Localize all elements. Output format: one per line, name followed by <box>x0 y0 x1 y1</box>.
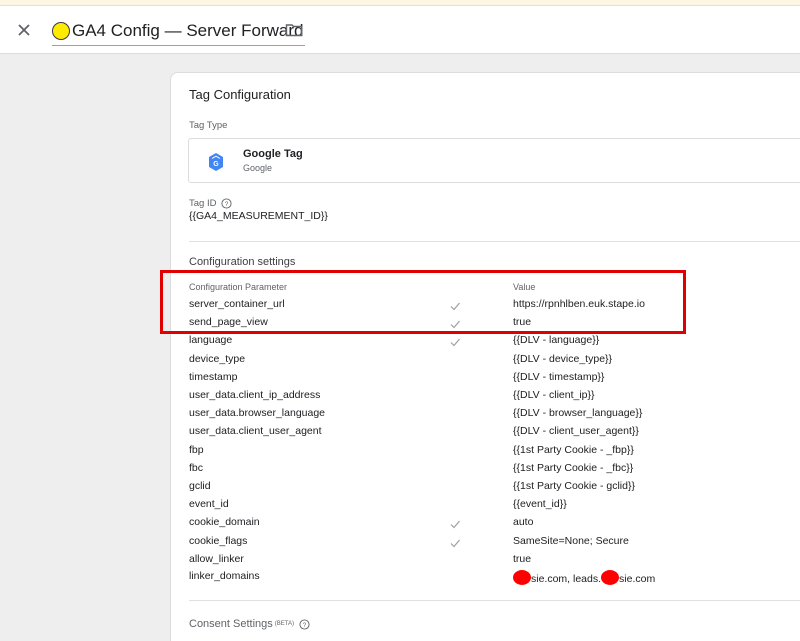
tag-type-selector[interactable]: G Google Tag Google <box>188 138 800 183</box>
checkmark-icon <box>449 517 461 529</box>
tag-type-vendor: Google <box>243 163 273 173</box>
tag-type-label: Tag Type <box>189 120 228 131</box>
param-value: {{DLV - browser_language}} <box>513 407 643 420</box>
param-name: fbc <box>189 461 204 474</box>
help-icon[interactable]: ? <box>221 198 233 209</box>
google-tag-icon: G <box>207 152 225 172</box>
table-row: event_id {{event_id}} <box>171 498 800 516</box>
param-value: sie.com, leads. sie.com <box>513 570 655 585</box>
table-row: user_data.client_ip_address {{DLV - clien… <box>171 389 800 407</box>
folder-icon[interactable] <box>284 20 304 40</box>
checkmark-icon <box>449 536 461 548</box>
param-name: user_data.client_ip_address <box>189 389 321 401</box>
table-row-linker-domains: linker_domains sie.com, leads. sie.com <box>171 570 800 588</box>
table-row: fbp {{1st Party Cookie - _fbp}} <box>171 444 800 462</box>
param-value: {{event_id}} <box>513 498 567 511</box>
tag-id-label-wrap: Tag ID ? <box>189 198 233 209</box>
table-row: cookie_domain auto <box>171 516 800 534</box>
tag-id-label: Tag ID <box>189 198 217 209</box>
param-value: {{DLV - device_type}} <box>513 352 613 365</box>
table-row: device_type {{DLV - device_type}} <box>171 353 800 371</box>
configuration-settings-title: Configuration settings <box>189 256 296 268</box>
beta-badge: (BETA) <box>274 621 295 627</box>
checkmark-icon <box>449 335 461 347</box>
redaction-mark <box>513 570 531 585</box>
table-row: user_data.browser_language {{DLV - browse… <box>171 407 800 425</box>
tag-title: GA4 Config — Server Forward <box>72 20 304 40</box>
section-title: Tag Configuration <box>189 87 291 102</box>
highlight-annotation-box <box>160 270 686 334</box>
param-name: device_type <box>189 352 246 365</box>
param-name: language <box>189 334 233 347</box>
param-name: event_id <box>189 498 229 511</box>
table-row: timestamp {{DLV - timestamp}} <box>171 371 800 389</box>
param-value: {{DLV - language}} <box>513 334 600 347</box>
svg-text:G: G <box>213 161 219 168</box>
close-icon[interactable] <box>12 18 36 42</box>
svg-text:?: ? <box>225 201 229 208</box>
table-row: allow_linker true <box>171 553 800 571</box>
yellow-dot-marker <box>52 21 70 40</box>
table-row: fbc {{1st Party Cookie - _fbc}} <box>171 462 800 480</box>
tag-configuration-card: Tag Configuration Tag Type G Google Tag … <box>170 72 800 641</box>
param-name: cookie_flags <box>189 534 248 547</box>
table-row: cookie_flags SameSite=None; Secure <box>171 535 800 553</box>
divider <box>189 241 800 242</box>
param-value: {{DLV - client_ip}} <box>513 389 595 401</box>
param-name: linker_domains <box>189 570 260 582</box>
param-value: {{DLV - timestamp}} <box>513 370 605 383</box>
param-name: allow_linker <box>189 552 244 565</box>
param-name: user_data.browser_language <box>189 407 326 420</box>
param-name: fbp <box>189 443 204 456</box>
consent-settings-title: Consent Settings (BETA) ? <box>189 618 310 630</box>
tag-type-name: Google Tag <box>243 148 303 160</box>
param-value: SameSite=None; Secure <box>513 534 629 547</box>
tag-name-field[interactable]: GA4 Config — Server Forward <box>52 16 306 46</box>
param-value: {{1st Party Cookie - _fbc}} <box>513 461 634 474</box>
param-value: {{DLV - client_user_agent}} <box>513 425 639 438</box>
param-name: cookie_domain <box>189 516 260 529</box>
param-name: timestamp <box>189 370 238 383</box>
param-name: gclid <box>189 480 211 492</box>
param-value: auto <box>513 516 534 529</box>
table-row: gclid {{1st Party Cookie - gclid}} <box>171 480 800 498</box>
param-value: true <box>513 552 532 565</box>
divider <box>189 600 800 601</box>
help-icon[interactable]: ? <box>299 618 310 630</box>
editor-header: GA4 Config — Server Forward <box>0 6 800 54</box>
table-row: language {{DLV - language}} <box>171 334 800 352</box>
svg-text:?: ? <box>303 621 307 628</box>
table-row: user_data.client_user_agent {{DLV - clien… <box>171 425 800 443</box>
param-value: {{1st Party Cookie - gclid}} <box>513 480 635 492</box>
redaction-mark <box>601 570 620 585</box>
param-value: {{1st Party Cookie - _fbp}} <box>513 443 634 456</box>
tag-id-value: {{GA4_MEASUREMENT_ID}} <box>189 210 328 222</box>
param-name: user_data.client_user_agent <box>189 425 322 438</box>
